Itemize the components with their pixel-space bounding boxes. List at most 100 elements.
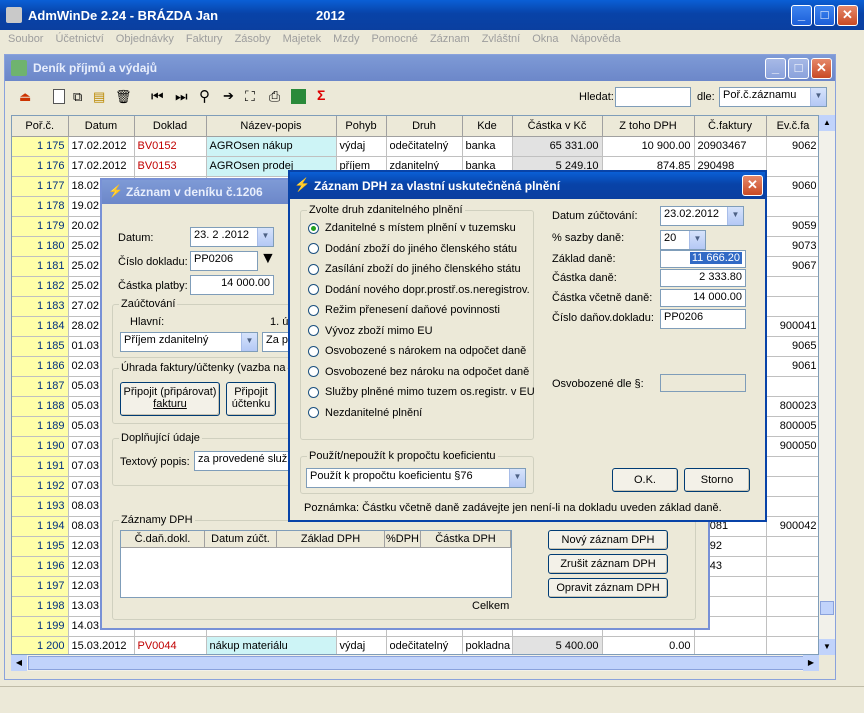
menu-item[interactable]: Nápověda [571,33,621,45]
attach-receipt-button[interactable]: Připojit účtenku [226,382,276,416]
last-record-icon[interactable]: ⏭ [175,88,188,105]
doc-number-input[interactable]: PP0206 [190,251,258,271]
supply-type-radio[interactable]: Dodání nového dopr.prostř.os.neregistrov… [308,282,530,298]
column-header[interactable]: Datum [68,116,135,137]
tax-amount-input[interactable]: 2 333.80 [660,269,746,287]
column-header[interactable]: Pohyb [336,116,387,137]
attach-invoice-button[interactable]: Připojit (připárovat) fakturu [120,382,220,416]
column-header[interactable]: Ev.č.fa [766,116,818,137]
tax-rate-select[interactable]: 20 ▼ [660,230,706,250]
scroll-down-button[interactable]: ▼ [819,639,835,655]
journal-hscrollbar[interactable]: ◀ ▶ [11,655,819,671]
goto-arrow-icon[interactable]: ➔ [223,88,234,104]
select-range-icon[interactable]: ⛶ [245,88,255,105]
text-description-input[interactable]: za provedené služb [194,451,292,471]
coefficient-select[interactable]: Použít k propočtu koeficientu §76 ▼ [306,468,526,488]
supply-type-radio[interactable]: Zdanitelné s místem plnění v tuzemsku [308,220,516,236]
settlement-date-select[interactable]: 23.02.2012 ▼ [660,206,744,226]
supply-type-radio[interactable]: Nezdanitelné plnění [308,405,422,421]
table-row[interactable]: 1 200 15.03.2012 PV0044 nákup materiálu výda… [12,636,818,654]
table-row[interactable]: 1 175 17.02.2012 BV0152 AGROsen nákup výdaj o… [12,136,818,157]
scroll-thumb[interactable] [820,601,834,615]
search-icon[interactable]: ⚲ [199,87,210,105]
column-header[interactable]: Poř.č. [12,116,69,137]
chevron-down-icon[interactable]: ▼ [727,207,743,225]
minimize-button[interactable]: _ [791,5,812,26]
menu-item[interactable]: Objednávky [116,33,174,45]
cancel-button[interactable]: Storno [684,468,750,492]
ok-button[interactable]: O.K. [612,468,678,492]
exit-icon[interactable]: ⏏ [19,89,35,105]
tax-base-input[interactable]: 11 666.20 [660,250,746,268]
menu-item[interactable]: Zvláštní [482,33,521,45]
column-header[interactable]: Částka v Kč [512,116,603,137]
delete-icon[interactable]: 🗑 [115,89,132,105]
journal-maximize-button[interactable]: □ [788,58,809,79]
radio-icon[interactable] [308,366,319,377]
radio-icon[interactable] [308,325,319,336]
menu-item[interactable]: Soubor [8,33,43,45]
chevron-down-icon[interactable]: ▼ [689,231,705,249]
supply-type-radio[interactable]: Osvobozené s nárokem na odpočet daně [308,343,526,359]
supply-type-radio[interactable]: Služby plněné mimo tuzem os.registr. v E… [308,384,535,400]
journal-vscrollbar[interactable]: ▲ ▼ [819,115,835,655]
sum-icon[interactable]: Σ [317,87,325,103]
open-folder-icon[interactable]: ▤ [93,89,105,105]
column-header[interactable]: Kde [462,116,513,137]
close-button[interactable]: ✕ [837,5,858,26]
menu-item[interactable]: Majetek [283,33,322,45]
menu-item[interactable]: Účetnictví [55,33,103,45]
edit-vat-record-button[interactable]: Opravit záznam DPH [548,578,668,598]
maximize-button[interactable]: □ [814,5,835,26]
radio-icon[interactable] [308,407,319,418]
radio-icon[interactable] [308,284,319,295]
copy-icon[interactable]: ⧉ [73,89,82,105]
scroll-left-button[interactable]: ◀ [11,655,27,671]
chevron-down-icon[interactable]: ▼ [257,228,273,246]
main-account-select[interactable]: Příjem zdanitelný ▼ [120,332,258,352]
export-excel-icon[interactable] [291,89,306,104]
search-input[interactable] [615,87,691,107]
journal-minimize-button[interactable]: _ [765,58,786,79]
menu-item[interactable]: Zásoby [235,33,271,45]
radio-icon[interactable] [308,304,319,316]
radio-icon[interactable] [308,243,319,254]
tax-doc-number-input[interactable]: PP0206 [660,309,746,329]
column-header[interactable]: Z toho DPH [602,116,695,137]
scroll-up-button[interactable]: ▲ [819,115,835,131]
journal-close-button[interactable]: ✕ [811,58,832,79]
menu-item[interactable]: Okna [532,33,558,45]
menu-item[interactable]: Záznam [430,33,470,45]
radio-icon[interactable] [308,345,319,357]
total-incl-tax-input[interactable]: 14 000.00 [660,289,746,307]
chevron-down-icon[interactable]: ▼ [509,469,525,487]
doc-dropdown-arrow-icon[interactable]: ▼ [260,250,276,268]
menu-item[interactable]: Mzdy [333,33,359,45]
radio-icon[interactable] [308,386,319,398]
radio-icon[interactable] [308,263,319,275]
search-by-select[interactable]: Poř.č.záznamu ▼ [719,87,827,107]
supply-type-radio[interactable]: Zasílání zboží do jiného členského státu [308,261,521,277]
new-vat-record-button[interactable]: Nový záznam DPH [548,530,668,550]
supply-type-radio[interactable]: Dodání zboží do jiného členského státu [308,241,517,257]
record-date-select[interactable]: 23. 2 .2012 ▼ [190,227,274,247]
print-icon[interactable]: ⎙ [269,88,280,105]
chevron-down-icon[interactable]: ▼ [810,88,826,106]
column-header[interactable]: Druh [386,116,463,137]
menu-item[interactable]: Faktury [186,33,223,45]
chevron-down-icon[interactable]: ▼ [241,333,257,351]
hscroll-thumb[interactable] [28,656,808,670]
cancel-vat-record-button[interactable]: Zrušit záznam DPH [548,554,668,574]
scroll-right-button[interactable]: ▶ [803,655,819,671]
column-header[interactable]: Název-popis [206,116,337,137]
first-record-icon[interactable]: ⏮ [151,88,164,105]
payment-amount-input[interactable]: 14 000.00 [190,275,274,295]
supply-type-radio[interactable]: Vývoz zboží mimo EU [308,323,433,339]
menu-item[interactable]: Pomocné [371,33,417,45]
vat-dialog-close-button[interactable]: ✕ [742,175,763,196]
column-header[interactable]: Doklad [134,116,207,137]
new-record-icon[interactable] [53,89,65,104]
column-header[interactable]: Č.faktury [694,116,767,137]
radio-icon[interactable] [308,222,319,234]
supply-type-radio[interactable]: Osvobozené bez nároku na odpočet daně [308,364,529,380]
